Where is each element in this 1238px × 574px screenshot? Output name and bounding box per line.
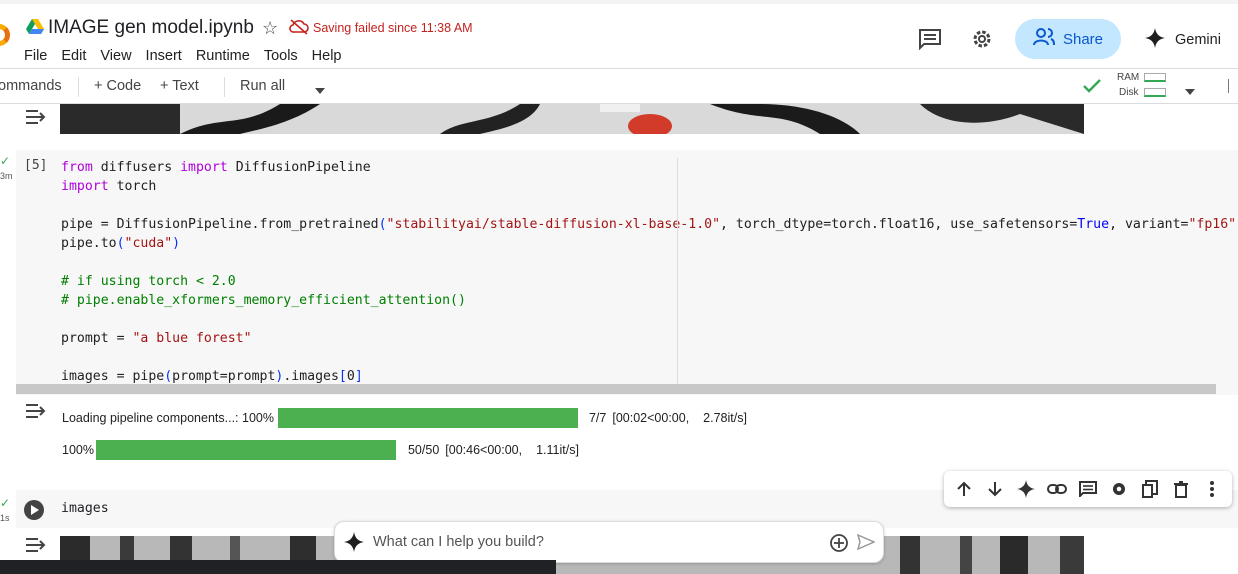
cell-success-check-icon: ✓	[0, 496, 11, 510]
menu-help[interactable]: Help	[312, 48, 342, 64]
output-toggle-icon[interactable]	[24, 108, 46, 131]
gemini-button[interactable]: Gemini	[1145, 28, 1221, 52]
progress-count: 50/50	[407, 443, 440, 457]
horizontal-scrollbar[interactable]	[16, 384, 1216, 394]
code-line: pipe.to("cuda")	[61, 236, 181, 251]
gemini-prompt-input[interactable]	[373, 530, 813, 554]
menu-runtime[interactable]: Runtime	[196, 48, 250, 64]
code-line: prompt = "a blue forest"	[61, 331, 252, 346]
notebook-toolbar: ommands + Code + Text Run all RAM Disk	[0, 68, 1238, 104]
cell-toolbar	[944, 471, 1232, 507]
colab-logo-icon[interactable]	[0, 24, 10, 46]
progress-rate: 1.11it/s]	[536, 443, 579, 457]
people-icon	[1032, 28, 1055, 50]
ram-meter[interactable]	[1144, 73, 1166, 82]
share-button[interactable]: Share	[1015, 19, 1121, 59]
progress-bar	[95, 440, 396, 460]
gemini-sparkle-icon	[1145, 28, 1165, 52]
bottom-status-bar	[0, 560, 556, 574]
code-line: pipe = DiffusionPipeline.from_pretrained…	[61, 217, 1238, 232]
add-code-button[interactable]: + Code	[94, 78, 141, 94]
toolbar-divider	[224, 77, 225, 97]
cell-exec-time: 3m	[0, 171, 13, 181]
comments-icon[interactable]	[918, 28, 942, 55]
progress-count: 7/7	[588, 411, 607, 425]
gear-icon[interactable]	[970, 27, 994, 56]
disk-label: Disk	[1119, 87, 1139, 98]
progress-timing: [00:02<00:00,	[612, 411, 690, 425]
run-all-button[interactable]: Run all	[240, 78, 285, 94]
toolbar-overflow[interactable]	[1228, 79, 1238, 93]
comment-icon[interactable]	[1077, 478, 1099, 500]
menu-bar: File Edit View Insert Runtime Tools Help	[24, 48, 342, 64]
header: IMAGE gen model.ipynb ☆ Saving failed si…	[0, 0, 1238, 68]
code-line: # pipe.enable_xformers_memory_efficient_…	[61, 293, 466, 308]
move-down-icon[interactable]	[984, 478, 1006, 500]
progress-row: 100% 50/50 [00:46<00:00, 1.11it/s]	[62, 440, 579, 460]
delete-icon[interactable]	[1170, 478, 1192, 500]
code-line: from diffusers import DiffusionPipeline	[61, 160, 371, 175]
code-line: import torch	[61, 179, 157, 194]
code-editor[interactable]: images	[61, 501, 109, 516]
add-text-button[interactable]: + Text	[160, 78, 199, 94]
code-line: # if using torch < 2.0	[61, 274, 236, 289]
code-cell[interactable]: [5] from diffusers import DiffusionPipel…	[16, 150, 1238, 395]
progress-label: Loading pipeline components...: 100%	[62, 411, 274, 425]
gemini-prompt-bar	[334, 521, 884, 563]
progress-rate: 2.78it/s]	[703, 411, 747, 425]
gemini-label: Gemini	[1175, 32, 1221, 48]
share-label: Share	[1062, 30, 1104, 48]
generated-image-output	[60, 104, 1084, 134]
progress-label: 100%	[62, 443, 94, 457]
mirror-cell-icon[interactable]	[1139, 478, 1161, 500]
send-icon[interactable]	[856, 533, 876, 555]
cell-exec-time: 1s	[0, 513, 10, 523]
menu-insert[interactable]: Insert	[146, 48, 182, 64]
menu-tools[interactable]: Tools	[264, 48, 298, 64]
progress-track	[277, 408, 578, 428]
gemini-sparkle-icon[interactable]	[1015, 478, 1037, 500]
progress-track	[95, 440, 396, 460]
toolbar-divider	[78, 77, 79, 97]
execution-count: [5]	[24, 158, 48, 173]
menu-edit[interactable]: Edit	[61, 48, 86, 64]
chevron-down-icon[interactable]	[314, 82, 326, 100]
star-icon[interactable]: ☆	[262, 18, 278, 39]
link-icon[interactable]	[1046, 478, 1068, 500]
connected-check-icon[interactable]	[1082, 78, 1102, 99]
cloud-off-icon	[289, 19, 309, 40]
menu-file[interactable]: File	[24, 48, 47, 64]
progress-timing: [00:46<00:00,	[445, 443, 523, 457]
move-up-icon[interactable]	[953, 478, 975, 500]
progress-row: Loading pipeline components...: 100% 7/7…	[62, 408, 747, 428]
google-drive-icon	[26, 19, 44, 40]
gemini-sparkle-icon	[344, 532, 364, 557]
code-editor[interactable]: from diffusers import DiffusionPipeline i…	[61, 158, 1238, 386]
output-toggle-icon[interactable]	[24, 536, 46, 559]
commands-button[interactable]: ommands	[0, 78, 62, 94]
run-cell-button[interactable]	[24, 500, 44, 520]
output-toggle-icon[interactable]	[24, 402, 46, 425]
ruler-line	[677, 158, 678, 392]
more-vert-icon[interactable]	[1201, 478, 1223, 500]
notebook-area: ✓ 3m [5] from diffusers import Diffusion…	[0, 104, 1238, 574]
progress-bar	[277, 408, 578, 428]
disk-meter[interactable]	[1144, 88, 1166, 97]
ram-label: RAM	[1117, 72, 1140, 83]
save-status-text[interactable]: Saving failed since 11:38 AM	[313, 21, 473, 35]
menu-view[interactable]: View	[100, 48, 131, 64]
cell-success-check-icon: ✓	[0, 154, 11, 168]
notebook-title[interactable]: IMAGE gen model.ipynb	[48, 17, 254, 39]
gear-icon[interactable]	[1108, 478, 1130, 500]
chevron-down-icon[interactable]	[1184, 83, 1196, 101]
add-circle-icon[interactable]	[829, 533, 849, 558]
